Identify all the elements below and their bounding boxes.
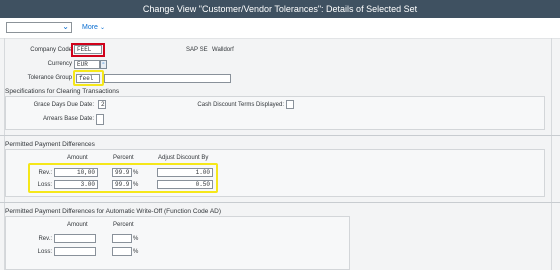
grace-days-field[interactable]: 2 <box>98 100 106 109</box>
currency-label: Currency <box>47 61 72 67</box>
column-percent: Percent <box>113 155 134 161</box>
chevron-down-icon: ⌄ <box>62 22 69 31</box>
writeoff-rev-amount-field[interactable] <box>54 234 96 243</box>
tolerance-group-description[interactable] <box>104 74 231 83</box>
writeoff-loss-amount-field[interactable] <box>54 247 96 256</box>
command-dropdown[interactable]: ⌄ <box>6 22 72 33</box>
more-menu-button[interactable]: More ⌄ <box>82 24 105 31</box>
permitted-section-title: Permitted Payment Differences <box>5 141 95 148</box>
writeoff-section-title: Permitted Payment Differences for Automa… <box>5 208 222 215</box>
currency-field[interactable]: EUR <box>74 60 100 69</box>
value-help-icon[interactable]: ▫ <box>100 60 107 69</box>
grace-days-label: Grace Days Due Date: <box>33 102 94 108</box>
company-code-label: Company Code <box>30 47 72 53</box>
clearing-section-title: Specifications for Clearing Transactions <box>5 88 120 95</box>
column-adjust-discount: Adjust Discount By <box>158 155 209 161</box>
tolerance-group-highlight <box>73 70 104 86</box>
cash-discount-field[interactable] <box>286 100 294 109</box>
writeoff-rev-label: Rev.: <box>38 236 52 242</box>
permitted-highlight <box>28 163 218 193</box>
toolbar: ⌄ More ⌄ <box>0 18 560 39</box>
writeoff-loss-label: Loss: <box>37 249 52 255</box>
writeoff-column-percent: Percent <box>113 222 134 228</box>
more-label: More <box>82 24 98 31</box>
arrears-label: Arrears Base Date: <box>42 116 94 122</box>
title-bar: Change View "Customer/Vendor Tolerances"… <box>0 0 560 18</box>
scrollbar-track[interactable] <box>551 38 552 270</box>
window-title: Change View "Customer/Vendor Tolerances"… <box>142 4 418 14</box>
section-divider <box>0 135 560 136</box>
writeoff-loss-percent-field[interactable] <box>112 247 132 256</box>
company-name: SAP SE <box>186 47 208 53</box>
writeoff-groupbox <box>5 216 350 270</box>
writeoff-rev-percent-field[interactable] <box>112 234 132 243</box>
chevron-down-icon: ⌄ <box>99 25 105 31</box>
writeoff-rev-percent-sign: % <box>133 236 139 242</box>
arrears-field[interactable] <box>96 114 104 125</box>
section-divider <box>0 202 560 203</box>
writeoff-loss-percent-sign: % <box>133 249 139 255</box>
company-city: Walldorf <box>212 47 234 53</box>
tolerance-group-label: Tolerance Group <box>27 75 72 81</box>
cash-discount-label: Cash Discount Terms Displayed: <box>197 102 284 108</box>
company-code-highlight <box>71 43 105 57</box>
column-amount: Amount <box>67 155 88 161</box>
writeoff-column-amount: Amount <box>67 222 88 228</box>
